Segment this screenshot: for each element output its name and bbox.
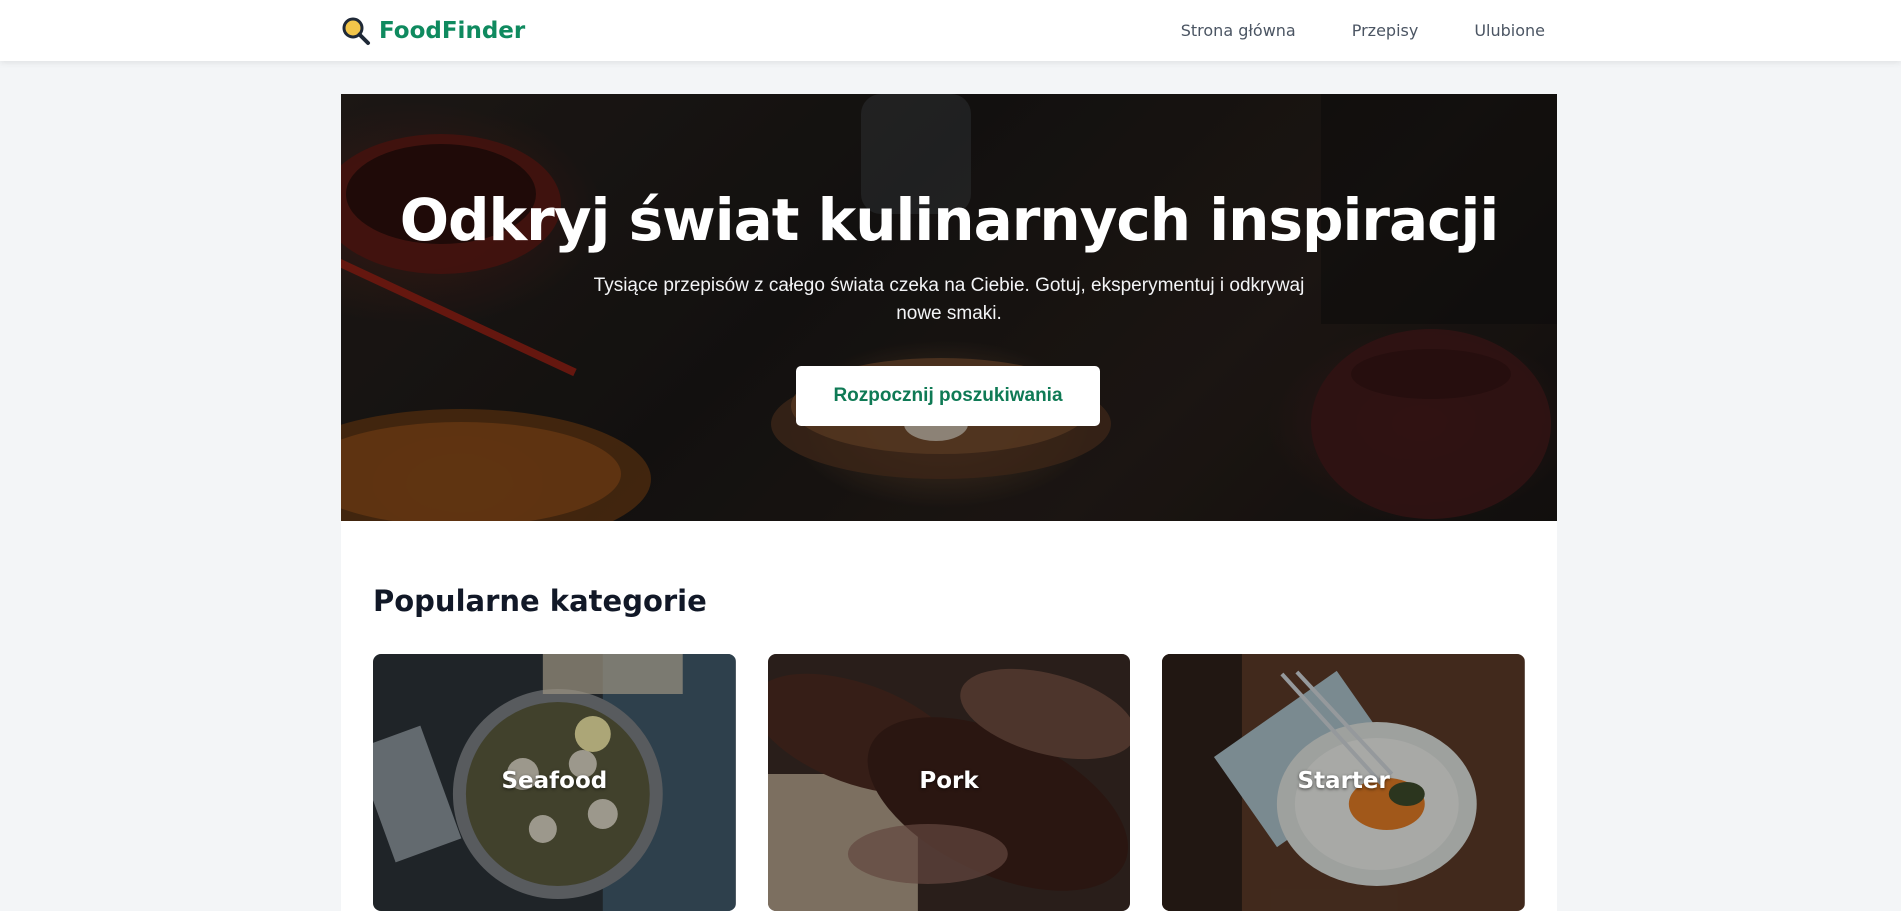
hero-content: Odkryj świat kulinarnych inspiracji Tysi…	[341, 94, 1557, 521]
brand-name: FoodFinder	[379, 17, 526, 44]
navbar-inner: FoodFinder Strona główna Przepisy Ulubio…	[341, 0, 1557, 61]
main-container: Odkryj świat kulinarnych inspiracji Tysi…	[341, 94, 1557, 911]
nav-link-home[interactable]: Strona główna	[1181, 21, 1296, 40]
category-card-seafood[interactable]: Seafood	[373, 654, 736, 911]
main-nav: Strona główna Przepisy Ulubione	[1181, 21, 1545, 40]
category-label: Pork	[919, 768, 979, 794]
start-search-button[interactable]: Rozpocznij poszukiwania	[796, 366, 1100, 426]
hero-banner: Odkryj świat kulinarnych inspiracji Tysi…	[341, 94, 1557, 521]
nav-link-recipes[interactable]: Przepisy	[1352, 21, 1419, 40]
category-card-pork[interactable]: Pork	[767, 654, 1131, 911]
category-cards: Seafood Pork Starter	[373, 654, 1526, 911]
top-navbar: FoodFinder Strona główna Przepisy Ulubio…	[0, 0, 1901, 61]
category-label: Starter	[1297, 768, 1390, 794]
magnifier-icon	[342, 17, 370, 45]
category-label: Seafood	[501, 768, 608, 794]
hero-subtitle: Tysiące przepisów z całego świata czeka …	[593, 275, 1305, 324]
brand-logo-link[interactable]: FoodFinder	[341, 16, 525, 46]
nav-link-favorites[interactable]: Ulubione	[1474, 21, 1545, 40]
hero-title: Odkryj świat kulinarnych inspiracji	[399, 186, 1500, 254]
categories-section-title: Popularne kategorie	[373, 584, 707, 618]
category-card-starter[interactable]: Starter	[1162, 654, 1526, 911]
